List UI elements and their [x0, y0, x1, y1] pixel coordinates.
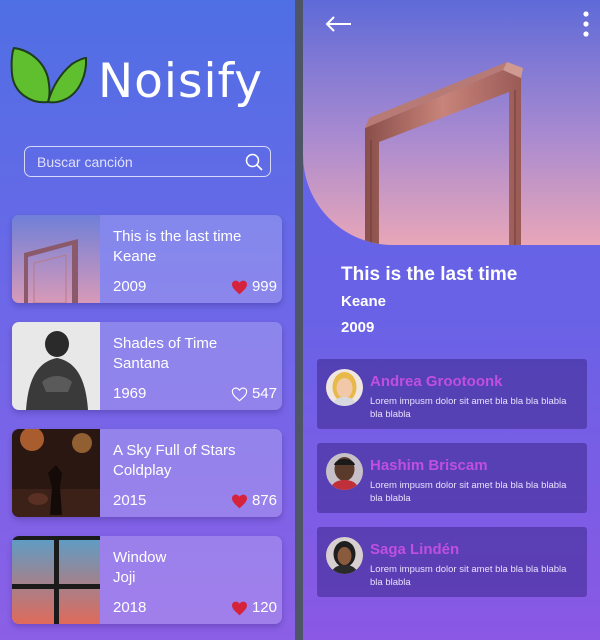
search-icon[interactable]: [245, 153, 263, 171]
search-box: [24, 146, 271, 177]
commenter-name: Hashim Briscam: [370, 457, 488, 474]
commenter-name: Andrea Grootoonk: [370, 373, 503, 390]
back-arrow-icon[interactable]: [323, 14, 353, 34]
song-list-screen: Noisify This is the last time Keane 2009…: [0, 0, 295, 640]
song-year: 2015: [113, 492, 147, 509]
like-count: 547: [251, 385, 277, 402]
song-title: Shades of Time: [113, 335, 218, 352]
song-card[interactable]: A Sky Full of Stars Coldplay 2015 876: [12, 429, 282, 517]
song-year: 2009: [341, 319, 375, 336]
song-artist: Santana: [113, 355, 169, 372]
heart-filled-icon[interactable]: [231, 280, 248, 295]
comment-text: Lorem impusm dolor sit amet bla bla bla …: [370, 564, 567, 588]
comment-card: Saga Lindén Lorem impusm dolor sit amet …: [317, 527, 587, 597]
song-title: Window: [113, 549, 167, 566]
song-thumbnail: [12, 536, 100, 624]
song-artist: Coldplay: [113, 462, 172, 479]
song-title: This is the last time: [113, 228, 242, 245]
like-control[interactable]: 999: [231, 277, 277, 297]
song-thumbnail: [12, 215, 100, 303]
avatar: [326, 453, 363, 490]
song-title: A Sky Full of Stars: [113, 442, 236, 459]
comment-card: Hashim Briscam Lorem impusm dolor sit am…: [317, 443, 587, 513]
song-artist: Keane: [113, 248, 157, 265]
comment-card: Andrea Grootoonk Lorem impusm dolor sit …: [317, 359, 587, 429]
song-detail-screen: This is the last time Keane 2009 Andrea …: [303, 0, 600, 640]
song-thumbnail: [12, 429, 100, 517]
song-artist: Keane: [341, 293, 387, 310]
song-year: 1969: [113, 385, 147, 402]
heart-filled-icon[interactable]: [231, 601, 248, 616]
commenter-name: Saga Lindén: [370, 541, 460, 558]
like-count: 999: [251, 278, 277, 295]
comment-text: Lorem impusm dolor sit amet bla bla bla …: [370, 396, 567, 420]
song-year: 2018: [113, 599, 147, 616]
avatar: [326, 537, 363, 574]
song-thumbnail: [12, 322, 100, 410]
like-control[interactable]: 876: [231, 491, 277, 511]
song-card[interactable]: Window Joji 2018 120: [12, 536, 282, 624]
song-cover-image: [303, 0, 600, 245]
song-title: This is the last time: [341, 264, 518, 285]
more-vertical-icon[interactable]: [580, 10, 592, 40]
search-input[interactable]: [25, 147, 270, 176]
song-artist: Joji: [113, 569, 136, 586]
song-year: 2009: [113, 278, 147, 295]
avatar: [326, 369, 363, 406]
heart-filled-icon[interactable]: [231, 494, 248, 509]
like-count: 876: [251, 492, 277, 509]
comment-text: Lorem impusm dolor sit amet bla bla bla …: [370, 480, 567, 504]
like-control[interactable]: 547: [231, 384, 277, 404]
song-card[interactable]: This is the last time Keane 2009 999: [12, 215, 282, 303]
song-card[interactable]: Shades of Time Santana 1969 547: [12, 322, 282, 410]
like-control[interactable]: 120: [231, 598, 277, 618]
leaf-logo-icon: [10, 46, 88, 104]
heart-outline-icon[interactable]: [231, 386, 248, 402]
brand-name: Noisify: [98, 54, 264, 109]
like-count: 120: [251, 599, 277, 616]
